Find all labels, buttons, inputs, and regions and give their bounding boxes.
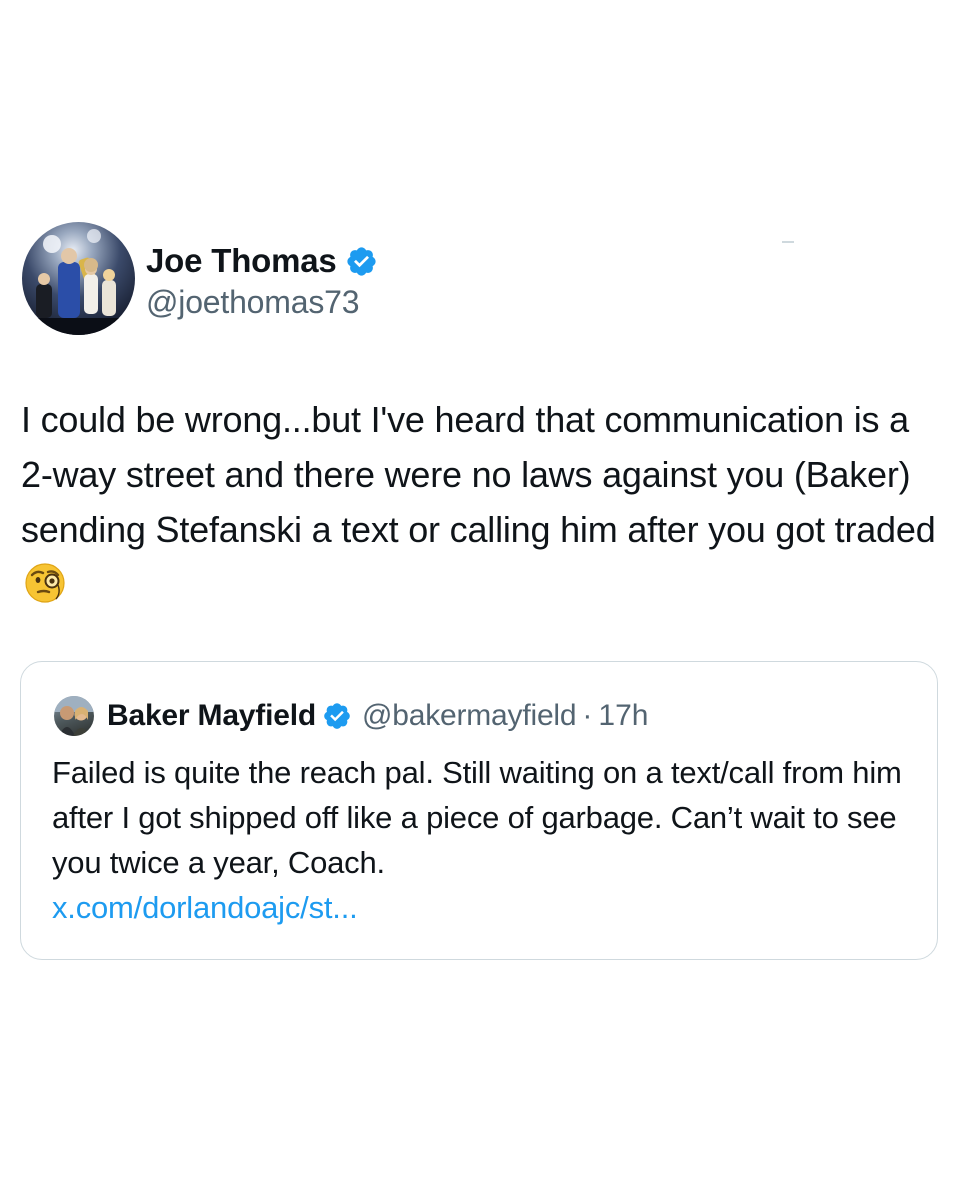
quoted-author-avatar[interactable]: [54, 696, 94, 736]
author-handle[interactable]: @joethomas73: [146, 284, 360, 321]
divider-mark: [782, 241, 794, 243]
author-name-row[interactable]: Joe Thomas: [146, 238, 378, 284]
quoted-author-handle[interactable]: @bakermayfield: [362, 699, 577, 733]
quoted-tweet-card[interactable]: Baker Mayfield @bakermayfield · 17h Fail…: [20, 661, 938, 960]
quoted-tweet-header: Baker Mayfield @bakermayfield · 17h: [54, 696, 648, 736]
tweet: Joe Thomas @joethomas73 I could be wrong…: [0, 0, 960, 1200]
verified-badge-icon: [346, 246, 376, 276]
tweet-text: I could be wrong...but I've heard that c…: [21, 392, 946, 612]
tweet-text-content: I could be wrong...but I've heard that c…: [21, 399, 936, 550]
face-with-monocle-icon: [25, 563, 65, 603]
meta-separator: ·: [582, 699, 593, 732]
quoted-author-name[interactable]: Baker Mayfield: [107, 699, 316, 733]
author-avatar[interactable]: [22, 222, 135, 335]
profile-photo-icon: [22, 229, 135, 335]
quoted-tweet-text: Failed is quite the reach pal. Still wai…: [52, 750, 912, 930]
verified-badge-icon: [324, 703, 350, 729]
quoted-tweet-timestamp[interactable]: 17h: [598, 699, 648, 733]
quoted-tweet-link[interactable]: x.com/dorlandoajc/st...: [52, 885, 912, 930]
quoted-tweet-text-content: Failed is quite the reach pal. Still wai…: [52, 755, 902, 880]
author-name[interactable]: Joe Thomas: [146, 242, 337, 280]
profile-photo-icon: [54, 696, 94, 736]
